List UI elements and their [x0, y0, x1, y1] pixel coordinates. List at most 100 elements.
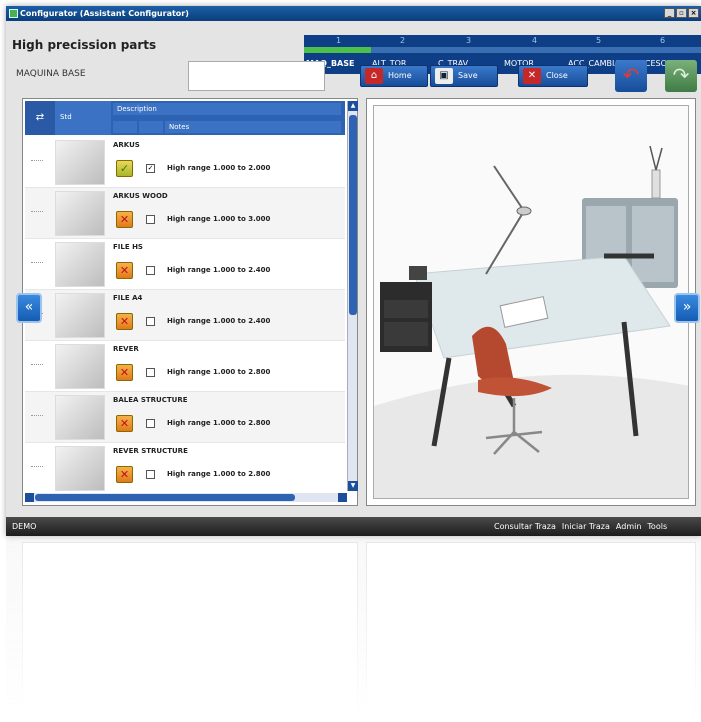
tree-connector-icon: [31, 466, 43, 472]
product-preview-image: [373, 105, 689, 499]
minimize-button[interactable]: _: [664, 8, 675, 18]
component-list-panel: ⇄ Std Description Notes ARKUS ✓ ✓ High rang…: [22, 98, 358, 506]
component-range: High range 1.000 to 2.400: [167, 266, 271, 274]
select-checkbox[interactable]: [146, 266, 155, 275]
component-thumbnail: [55, 293, 105, 338]
iniciar-traza-link[interactable]: Iniciar Traza: [562, 517, 610, 536]
component-range: High range 1.000 to 2.800: [167, 368, 271, 376]
select-checkbox[interactable]: [146, 215, 155, 224]
tools-link[interactable]: Tools: [647, 517, 667, 536]
save-button[interactable]: ▣ Save: [430, 65, 498, 87]
next-button[interactable]: »: [674, 293, 700, 323]
tree-connector-icon: [31, 364, 43, 370]
component-name: ARKUS: [113, 141, 140, 149]
undo-icon[interactable]: ↶: [615, 60, 647, 92]
component-name: REVER: [113, 345, 139, 353]
tree-connector-icon: [31, 160, 43, 166]
component-range: High range 1.000 to 3.000: [167, 215, 271, 223]
select-checkbox[interactable]: ✓: [146, 164, 155, 173]
maquina-label: MAQUINA BASE: [16, 69, 86, 79]
list-item[interactable]: BALEA STRUCTURE ✕ High range 1.000 to 2.80…: [25, 392, 345, 443]
std-header-label: Std: [60, 113, 72, 121]
scroll-left-icon[interactable]: [25, 493, 34, 502]
scroll-up-icon[interactable]: ▲: [348, 101, 358, 111]
tree-connector-icon: [31, 415, 43, 421]
vertical-scroll-thumb[interactable]: [349, 115, 357, 315]
grid-header: ⇄ Std Description Notes: [25, 101, 345, 135]
close-button[interactable]: ✕ Close: [518, 65, 588, 87]
reflection-right-panel: [366, 542, 696, 722]
component-thumbnail: [55, 191, 105, 236]
consultar-traza-link[interactable]: Consultar Traza: [494, 517, 556, 536]
home-icon: ⌂: [365, 68, 383, 84]
window-controls: _ ▫ ×: [664, 8, 699, 18]
app-icon: [9, 9, 18, 18]
invalid-cross-icon: ✕: [116, 211, 133, 228]
status-bar: DEMO Consultar Traza Iniciar Traza Admin…: [6, 517, 701, 536]
step-number: 3: [466, 36, 472, 45]
valid-check-icon: ✓: [116, 160, 133, 177]
step-number: 4: [532, 36, 538, 45]
component-rows: ARKUS ✓ ✓ High range 1.000 to 2.000 ARKUS WO…: [25, 137, 345, 491]
scroll-right-icon[interactable]: [338, 493, 347, 502]
preview-panel: [366, 98, 696, 506]
component-name: ARKUS WOOD: [113, 192, 168, 200]
reflection-left-panel: [22, 542, 358, 722]
component-name: FILE HS: [113, 243, 143, 251]
sort-column-header[interactable]: [139, 121, 163, 133]
list-item[interactable]: FILE HS ✕ High range 1.000 to 2.400: [25, 239, 345, 290]
close-window-button[interactable]: ×: [688, 8, 699, 18]
save-label: Save: [458, 71, 478, 80]
invalid-cross-icon: ✕: [116, 364, 133, 381]
office-desk-image: [374, 106, 688, 498]
notes-column-header[interactable]: Notes: [165, 121, 341, 133]
tree-connector-icon: [31, 262, 43, 268]
scroll-down-icon[interactable]: ▼: [348, 481, 358, 491]
page-title: High precission parts: [12, 38, 157, 52]
previous-button[interactable]: «: [16, 293, 42, 323]
step-number: 2: [400, 36, 406, 45]
horizontal-scroll-thumb[interactable]: [35, 494, 295, 501]
component-range: High range 1.000 to 2.000: [167, 164, 271, 172]
step-progress-fill: [304, 47, 372, 53]
horizontal-scrollbar[interactable]: [25, 493, 347, 502]
select-column-icon[interactable]: ⇄: [25, 101, 55, 135]
status-demo: DEMO: [12, 522, 37, 531]
component-thumbnail: [55, 242, 105, 287]
configurator-window: Configurator (Assistant Configurator) _ …: [6, 6, 701, 536]
header: High precission parts 1 2 3 4 5 6 MAQ_BA…: [6, 21, 701, 74]
filter-column-header[interactable]: [113, 121, 137, 133]
list-item[interactable]: ARKUS ✓ ✓ High range 1.000 to 2.000: [25, 137, 345, 188]
description-column-header[interactable]: Description: [113, 103, 341, 115]
step-number: 5: [596, 36, 602, 45]
list-item[interactable]: REVER ✕ High range 1.000 to 2.800: [25, 341, 345, 392]
component-thumbnail: [55, 446, 105, 491]
maximize-button[interactable]: ▫: [676, 8, 687, 18]
component-name: FILE A4: [113, 294, 143, 302]
component-thumbnail: [55, 344, 105, 389]
redo-icon[interactable]: ↷: [665, 60, 697, 92]
maquina-input[interactable]: [188, 61, 325, 91]
close-label: Close: [546, 71, 568, 80]
select-checkbox[interactable]: [146, 470, 155, 479]
invalid-cross-icon: ✕: [116, 262, 133, 279]
title-bar: Configurator (Assistant Configurator) _ …: [6, 6, 701, 21]
std-column-header[interactable]: Std: [55, 101, 111, 135]
vertical-scrollbar[interactable]: ▲ ▼: [347, 101, 358, 491]
list-item[interactable]: ARKUS WOOD ✕ High range 1.000 to 3.000: [25, 188, 345, 239]
select-checkbox[interactable]: [146, 317, 155, 326]
select-checkbox[interactable]: [146, 419, 155, 428]
step-number: 6: [660, 36, 666, 45]
component-name: BALEA STRUCTURE: [113, 396, 188, 404]
window-reflection: [6, 536, 701, 722]
home-button[interactable]: ⌂ Home: [360, 65, 428, 87]
list-item[interactable]: FILE A4 ✕ High range 1.000 to 2.400: [25, 290, 345, 341]
invalid-cross-icon: ✕: [116, 466, 133, 483]
invalid-cross-icon: ✕: [116, 313, 133, 330]
admin-link[interactable]: Admin: [616, 517, 642, 536]
home-label: Home: [388, 71, 412, 80]
list-item[interactable]: REVER STRUCTURE ✕ High range 1.000 to 2.80…: [25, 443, 345, 491]
window-title: Configurator (Assistant Configurator): [20, 9, 189, 18]
invalid-cross-icon: ✕: [116, 415, 133, 432]
select-checkbox[interactable]: [146, 368, 155, 377]
